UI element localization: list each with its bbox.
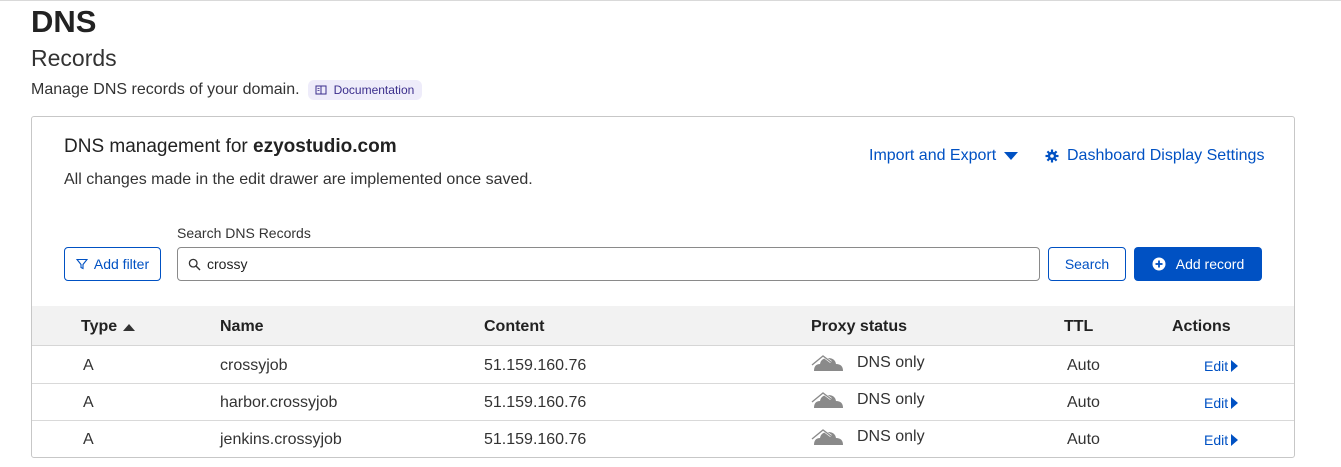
table-row: A harbor.crossyjob 51.159.160.76 DNS onl… <box>32 384 1294 421</box>
search-input[interactable]: crossy <box>177 247 1040 281</box>
add-record-button[interactable]: Add record <box>1134 247 1262 281</box>
edit-label: Edit <box>1204 432 1229 448</box>
search-button[interactable]: Search <box>1048 247 1126 281</box>
add-filter-label: Add filter <box>93 256 150 272</box>
record-ttl: Auto <box>1067 394 1100 411</box>
record-ttl: Auto <box>1067 431 1100 448</box>
proxy-status: DNS only <box>811 390 925 410</box>
record-name: harbor.crossyjob <box>220 394 338 411</box>
caret-right-icon <box>1231 434 1239 446</box>
record-content: 51.159.160.76 <box>484 357 587 374</box>
dns-management-card: DNS management for ezyostudio.com All ch… <box>31 116 1295 458</box>
search-label: Search DNS Records <box>177 225 311 241</box>
dashboard-display-settings-button[interactable]: Dashboard Display Settings <box>1045 147 1264 165</box>
plus-circle-icon <box>1152 257 1166 271</box>
proxy-status-label: DNS only <box>857 354 925 371</box>
dns-only-cloud-icon <box>811 428 843 445</box>
dns-only-cloud-icon <box>811 391 843 408</box>
page-description: Manage DNS records of your domain. <box>31 81 300 98</box>
column-header-actions: Actions <box>1172 318 1231 335</box>
domain-name: ezyostudio.com <box>253 136 397 157</box>
dns-only-cloud-icon <box>811 354 843 371</box>
import-export-label: Import and Export <box>869 147 997 164</box>
management-title-prefix: DNS management for <box>64 136 248 157</box>
record-type: A <box>83 431 94 448</box>
gear-icon <box>1045 149 1059 163</box>
edit-button[interactable]: Edit <box>1204 358 1239 374</box>
documentation-label: Documentation <box>333 83 415 97</box>
proxy-status: DNS only <box>811 353 925 373</box>
record-content: 51.159.160.76 <box>484 394 587 411</box>
management-title: DNS management for ezyostudio.com <box>64 136 397 158</box>
edit-button[interactable]: Edit <box>1204 432 1239 448</box>
column-header-ttl[interactable]: TTL <box>1064 318 1093 336</box>
management-subtitle: All changes made in the edit drawer are … <box>64 171 533 188</box>
search-input-value: crossy <box>207 256 248 272</box>
column-header-name[interactable]: Name <box>220 318 264 336</box>
top-divider <box>0 0 1341 1</box>
caret-right-icon <box>1231 360 1239 372</box>
record-type: A <box>83 357 94 374</box>
column-header-content[interactable]: Content <box>484 318 544 336</box>
page-subtitle: Records <box>31 45 117 71</box>
search-icon <box>188 258 201 270</box>
documentation-badge[interactable]: Documentation <box>307 80 423 100</box>
record-name: jenkins.crossyjob <box>220 431 342 448</box>
table-row: A jenkins.crossyjob 51.159.160.76 DNS on… <box>32 421 1294 457</box>
record-content: 51.159.160.76 <box>484 431 587 448</box>
page-title: DNS <box>31 4 97 39</box>
proxy-status-label: DNS only <box>857 428 925 445</box>
record-name: crossyjob <box>220 357 288 374</box>
dashboard-display-settings-label: Dashboard Display Settings <box>1067 147 1265 164</box>
add-filter-button[interactable]: Add filter <box>64 247 161 281</box>
page-description-row: Manage DNS records of your domain. Docum… <box>31 80 423 100</box>
column-header-proxy-status[interactable]: Proxy status <box>811 318 907 336</box>
add-record-label: Add record <box>1175 256 1245 272</box>
sort-asc-icon <box>123 324 136 331</box>
filter-icon <box>75 258 88 270</box>
column-header-type[interactable]: Type <box>81 318 136 336</box>
edit-label: Edit <box>1204 358 1229 374</box>
record-type: A <box>83 394 94 411</box>
caret-right-icon <box>1231 397 1239 409</box>
edit-button[interactable]: Edit <box>1204 395 1239 411</box>
column-header-type-label: Type <box>81 318 118 335</box>
table-header: Type Name Content Proxy status TTL Actio… <box>32 306 1294 346</box>
book-icon <box>315 85 327 95</box>
record-ttl: Auto <box>1067 357 1100 374</box>
table-row: A crossyjob 51.159.160.76 DNS only Auto … <box>32 347 1294 384</box>
import-export-dropdown[interactable]: Import and Export <box>869 147 1019 165</box>
caret-down-icon <box>1004 151 1019 160</box>
proxy-status: DNS only <box>811 427 925 447</box>
proxy-status-label: DNS only <box>857 391 925 408</box>
edit-label: Edit <box>1204 395 1229 411</box>
